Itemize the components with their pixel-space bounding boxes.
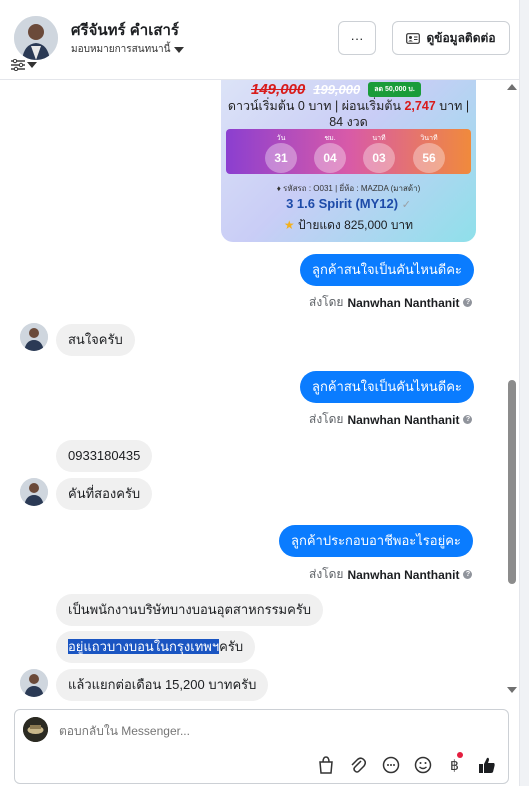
contact-avatar-small[interactable] [20, 478, 48, 506]
attachment-icon[interactable] [348, 755, 368, 775]
red-plate-text: ป้ายแดง 825,000 บาท [298, 218, 414, 232]
car-model-text: 3 1.6 Spirit (MY12) [286, 196, 399, 211]
verified-icon: ✓ [401, 199, 411, 211]
message-incoming[interactable]: อยู่แถวบางบอนในกรุงเทพฯครับ [56, 631, 256, 663]
conversation-header: ศรีจันทร์ คำเสาร์ มอบหมายการสนทนานี้ ···… [0, 0, 529, 80]
emoji-icon[interactable] [413, 755, 433, 775]
sender-name[interactable]: Nanwhan Nanthanit [347, 296, 459, 310]
timer-value: 04 [314, 143, 346, 173]
message-outgoing[interactable]: ลูกค้าสนใจเป็นคันไหนดีคะ [300, 371, 474, 403]
notification-dot [457, 752, 463, 758]
timer-label: วัน [276, 135, 286, 142]
timer-value: 56 [413, 143, 445, 173]
more-options-button[interactable]: ··· [338, 21, 376, 55]
caret-down-icon [174, 46, 185, 53]
down-text-a: ดาวน์เริ่มต้น 0 บาท | ผ่อนเริ่มต้น [227, 99, 405, 113]
sliders-icon [11, 59, 25, 71]
selected-text: อยู่แถวบางบอนในกรุงเทพฯ [68, 639, 220, 654]
down-payment-text: ดาวน์เริ่มต้น 0 บาท | ผ่อนเริ่มต้น 2,747… [221, 98, 476, 130]
timer-label: ชม. [324, 135, 336, 142]
more-label: ··· [350, 30, 364, 46]
promo-card[interactable]: 149,000 199,000 ลด 50,000 บ. ดาวน์เริ่มต… [221, 80, 476, 242]
message-outgoing[interactable]: ลูกค้าสนใจเป็นคันไหนดีคะ [300, 254, 474, 286]
message-incoming[interactable]: 0933180435 [56, 440, 153, 472]
price-old: 199,000 [313, 82, 361, 97]
message-rest: ครับ [219, 639, 244, 654]
payment-icon[interactable]: ฿ [445, 752, 465, 775]
filter-toggle[interactable] [11, 59, 37, 71]
timer-minutes: นาที 03 [361, 133, 397, 173]
view-contact-button[interactable]: ดูข้อมูลติดต่อ [392, 21, 510, 55]
message-incoming[interactable]: เป็นพนักงานบริษัทบางบอนอุตสาหกรรมครับ [56, 594, 324, 626]
svg-text:฿: ฿ [450, 758, 459, 774]
scrollbar-thumb[interactable] [508, 380, 516, 584]
contact-avatar-small[interactable] [20, 323, 48, 351]
discount-badge: ลด 50,000 บ. [368, 82, 421, 97]
sent-by-label: ส่งโดย Nanwhan Nanthanit ? [309, 565, 473, 584]
installments: 84 งวด [329, 115, 368, 129]
car-spec-text: รหัสรถ : O031 | ยี่ห้อ : MAZDA (มาสด้า) [283, 184, 421, 193]
info-icon[interactable]: ? [463, 415, 473, 424]
timer-value: 03 [363, 143, 395, 173]
saved-reply-icon[interactable] [381, 755, 401, 775]
scroll-down-arrow[interactable] [507, 687, 517, 693]
timer-days: วัน 31 [263, 133, 299, 173]
sent-by-label: ส่งโดย Nanwhan Nanthanit ? [309, 410, 473, 429]
assign-conversation[interactable]: มอบหมายการสนทนานี้ [71, 42, 185, 57]
timer-hours: ชม. 04 [312, 133, 348, 173]
caret-down-icon [27, 62, 37, 68]
countdown-timer: วัน 31 ชม. 04 นาที 03 วินาที 56 [226, 129, 471, 174]
sent-by-label: ส่งโดย Nanwhan Nanthanit ? [309, 293, 473, 312]
info-icon[interactable]: ? [463, 298, 473, 307]
reply-input[interactable] [59, 724, 459, 738]
red-plate-price: ★ ป้ายแดง 825,000 บาท [221, 216, 476, 235]
price-new: 149,000 [251, 81, 306, 98]
tag-icon: ♦ [276, 184, 281, 193]
sender-name[interactable]: Nanwhan Nanthanit [347, 413, 459, 427]
assign-label: มอบหมายการสนทนานี้ [71, 44, 171, 55]
sent-prefix: ส่งโดย [309, 567, 344, 581]
car-model: 3 1.6 Spirit (MY12) ✓ [221, 196, 476, 211]
page-avatar [23, 717, 48, 742]
contact-avatar[interactable] [14, 16, 58, 60]
timer-label: วินาที [420, 135, 438, 142]
info-icon[interactable]: ? [463, 570, 473, 579]
monthly-amount: 2,747 [404, 99, 436, 113]
scroll-up-arrow[interactable] [507, 84, 517, 90]
sender-name[interactable]: Nanwhan Nanthanit [347, 568, 459, 582]
message-outgoing[interactable]: ลูกค้าประกอบอาชีพอะไรอยู่คะ [279, 525, 473, 557]
sent-prefix: ส่งโดย [309, 412, 344, 426]
contact-avatar-small[interactable] [20, 669, 48, 697]
thumbs-up-icon[interactable] [477, 755, 497, 775]
contact-card-icon [406, 32, 421, 44]
message-incoming[interactable]: สนใจครับ [56, 324, 135, 356]
price-row: 149,000 199,000 ลด 50,000 บ. [251, 81, 421, 98]
timer-value: 31 [265, 143, 297, 173]
contact-name[interactable]: ศรีจันทร์ คำเสาร์ [71, 18, 179, 42]
car-spec: ♦ รหัสรถ : O031 | ยี่ห้อ : MAZDA (มาสด้า… [221, 182, 476, 195]
down-text-b: บาท | [435, 99, 470, 113]
timer-seconds: วินาที 56 [411, 133, 447, 173]
message-incoming[interactable]: แล้วแยกต่อเดือน 15,200 บาทครับ [56, 669, 269, 701]
contact-info-label: ดูข้อมูลติดต่อ [426, 30, 496, 45]
timer-label: นาที [372, 135, 386, 142]
message-incoming[interactable]: คันที่สองครับ [56, 478, 153, 510]
reply-composer[interactable]: ฿ [14, 709, 509, 784]
star-icon: ★ [283, 218, 295, 232]
window-edge [519, 0, 529, 786]
shopping-bag-icon[interactable] [316, 755, 336, 775]
sent-prefix: ส่งโดย [309, 295, 344, 309]
